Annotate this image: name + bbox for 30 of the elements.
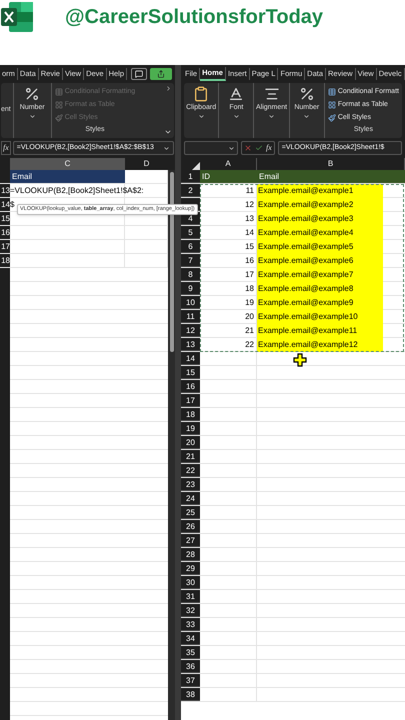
table-cell: $ <box>10 200 14 209</box>
table-cell: Email <box>12 172 32 181</box>
table-cell: 17 <box>245 270 254 279</box>
table-cell: Example.email@example8 <box>257 282 383 296</box>
table-cell: Example.email@example9 <box>257 296 383 310</box>
table-cell: 16 <box>245 256 254 265</box>
table-cell: 12 <box>245 200 254 209</box>
table-cell: Example.email@example10 <box>257 310 383 324</box>
table-cell: 20 <box>245 312 254 321</box>
table-cell: 22 <box>245 340 254 349</box>
table-cell: Example.email@example11 <box>257 324 383 338</box>
table-cell: =VLOOKUP(B2,[Book2]Sheet1!$A$2: <box>10 186 144 195</box>
table-cell: Example.email@example12 <box>257 338 383 352</box>
table-cell: 18 <box>245 284 254 293</box>
table-cell: Example.email@example3 <box>257 212 383 226</box>
table-cell: 13 <box>245 214 254 223</box>
table-cell: 14 <box>245 228 254 237</box>
channel-handle: @CareerSolutionsforToday <box>65 5 324 30</box>
table-cell: Example.email@example1 <box>257 184 383 198</box>
table-cell: Example.email@example2 <box>257 198 383 212</box>
table-cell: Example.email@example7 <box>257 268 383 282</box>
table-cell: Example.email@example4 <box>257 226 383 240</box>
table-cell: Example.email@example6 <box>257 254 383 268</box>
table-cell: 19 <box>245 298 254 307</box>
table-cell: Example.email@example5 <box>257 240 383 254</box>
table-header: Email <box>259 172 280 181</box>
table-cell: 21 <box>245 326 254 335</box>
table-cell: 11 <box>246 186 254 195</box>
table-cell: 15 <box>245 242 254 251</box>
table-header: ID <box>202 172 210 181</box>
